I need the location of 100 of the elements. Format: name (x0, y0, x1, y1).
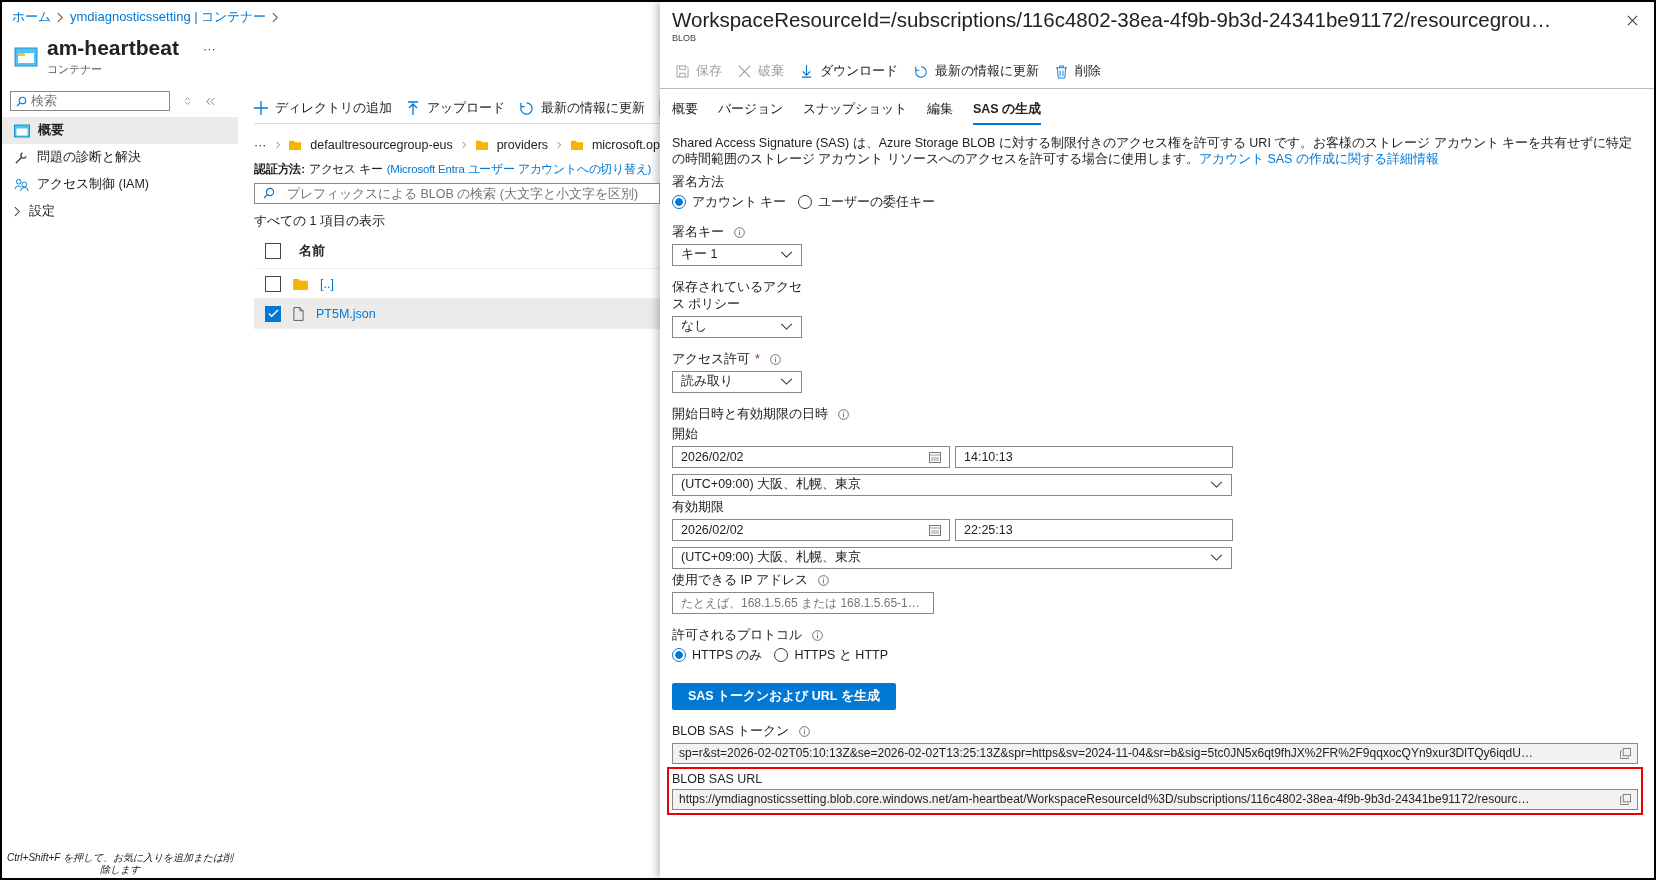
field-label: 開始 (672, 425, 698, 443)
copy-icon[interactable] (1620, 793, 1631, 805)
chevron-down-icon (780, 378, 793, 385)
chevron-right-icon (272, 11, 280, 23)
timezone-dropdown[interactable]: (UTC+09:00) 大阪、札幌、東京 (672, 473, 1232, 496)
blob-link[interactable]: PT5M.json (316, 306, 376, 321)
dropdown[interactable]: 読み取り (672, 370, 802, 393)
readonly-field[interactable]: sp=r&st=2026-02-02T05:10:13Z&se=2026-02-02T13:25:13Z&spr=https&sv=2024-11-04&sr=b&sig=5tc0JN5x6qt9fhJX%2FR%2F9qqxocQYn9xur3DlTQy6iqdU… (672, 742, 1638, 764)
row-checkbox[interactable] (265, 305, 281, 322)
calendar-icon[interactable] (929, 523, 941, 536)
search-icon (263, 187, 275, 199)
info-icon (812, 629, 823, 641)
item-count: すべての 1 項目の表示 (254, 213, 386, 230)
ip-address-field[interactable]: たとえば、168.1.5.65 または 168.1.5.65-1… (672, 591, 934, 614)
breadcrumb-link[interactable]: ホーム (12, 8, 51, 26)
plus-icon (254, 101, 268, 115)
field-label: 使用できる IP アドレス (672, 571, 808, 589)
refresh-icon (914, 64, 928, 79)
copy-icon[interactable] (1620, 747, 1631, 759)
field-label: 署名キー (672, 223, 724, 241)
upload-icon (406, 101, 420, 115)
chevron-right-icon (557, 140, 562, 150)
date-field[interactable]: 2026/02/02 (672, 518, 950, 541)
toolbar-button[interactable]: ディレクトリの追加 (254, 99, 392, 117)
radio-option[interactable]: ユーザーの委任キー (798, 193, 936, 211)
tab[interactable]: 概要 (672, 97, 698, 125)
sidebar-item[interactable]: 概要 (2, 117, 238, 144)
blob-search-field[interactable]: プレフィックスによる BLOB の検索 (大文字と小文字を区別) (254, 183, 660, 204)
radio-option[interactable]: HTTPS のみ (672, 646, 763, 664)
timezone-dropdown[interactable]: (UTC+09:00) 大阪、札幌、東京 (672, 546, 1232, 569)
tab[interactable]: SAS の生成 (973, 97, 1042, 125)
trash-icon (1055, 64, 1068, 79)
field-label: 許可されるプロトコル (672, 626, 802, 644)
toolbar-button[interactable]: 削除 (1055, 63, 1101, 80)
blob-link[interactable]: [..] (320, 276, 334, 291)
tab[interactable]: 編集 (927, 97, 953, 125)
breadcrumb-link[interactable]: ymdiagnosticssetting | コンテナー (70, 8, 267, 26)
sidebar-label: 設定 (29, 203, 55, 220)
generate-button[interactable]: SAS トークンおよび URL を生成 (672, 682, 896, 710)
dropdown[interactable]: キー 1 (672, 243, 802, 266)
collapse-icon[interactable] (205, 96, 215, 106)
toolbar-button[interactable]: アップロード (406, 99, 505, 117)
row-checkbox[interactable] (265, 275, 281, 292)
sidebar-label: 概要 (38, 122, 64, 139)
chevron-right-icon (14, 206, 21, 217)
panel-subtitle: BLOB (672, 33, 697, 43)
toolbar-button[interactable]: 最新の情報に更新 (914, 63, 1039, 80)
radio-option[interactable]: HTTPS と HTTP (774, 646, 888, 664)
chevron-right-icon (57, 11, 64, 23)
select-all-checkbox[interactable] (265, 243, 281, 259)
calendar-icon[interactable] (929, 450, 941, 463)
sidebar-label: アクセス制御 (IAM) (37, 176, 150, 193)
info-icon (799, 725, 811, 737)
chevron-down-icon (1210, 554, 1223, 561)
more-button[interactable]: ··· (254, 138, 267, 152)
readonly-field[interactable]: https://ymdiagnosticssetting.blob.core.windows.net/am-heartbeat/WorkspaceResourceId%3D/subscriptions/116c4802-38ea-4f9b-9b3d-24341be91172/resourc… (672, 788, 1638, 810)
table-row[interactable]: PT5M.json (254, 299, 660, 329)
folder-icon (475, 139, 488, 151)
field-label: アクセス許可 (672, 350, 750, 368)
field-label: BLOB SAS URL (672, 771, 763, 786)
chevron-down-icon (1210, 481, 1223, 488)
path-folder-link[interactable]: defaultresourcegroup-eus (310, 138, 453, 152)
wrench-icon (14, 150, 29, 165)
close-icon[interactable] (1627, 14, 1638, 26)
auth-label: 認証方法: (254, 162, 305, 177)
time-field[interactable]: 14:10:13 (955, 445, 1233, 468)
path-folder-link[interactable]: microsoft.op (591, 138, 660, 152)
folder-icon (293, 277, 308, 290)
sidebar-item[interactable]: 設定 (2, 198, 238, 225)
more-button[interactable]: ··· (202, 40, 216, 56)
path-folder-link[interactable]: providers (496, 138, 549, 152)
learn-more-link[interactable]: アカウント SAS の作成に関する詳細情報 (1198, 152, 1439, 167)
info-icon (769, 353, 781, 365)
resource-title: am-heartbeat (47, 36, 179, 60)
toolbar-button[interactable]: ダウンロード (800, 63, 898, 80)
required-mark: * (755, 352, 760, 366)
refresh-icon (519, 100, 534, 116)
tab[interactable]: バージョン (718, 97, 783, 125)
toolbar-button[interactable]: 最新の情報に更新 (519, 99, 645, 117)
sort-icon[interactable] (184, 96, 191, 106)
column-header[interactable]: 名前 (299, 242, 325, 260)
resource-type: コンテナー (47, 62, 103, 77)
discard-icon (738, 65, 751, 78)
info-icon (838, 408, 849, 420)
radio-option[interactable]: アカウント キー (672, 193, 787, 211)
people-icon (14, 177, 29, 192)
sidebar-item[interactable]: 問題の診断と解決 (2, 144, 238, 171)
info-icon (817, 574, 829, 586)
dropdown[interactable]: なし (672, 315, 802, 338)
folder-icon (570, 139, 583, 151)
time-field[interactable]: 22:25:13 (955, 518, 1233, 541)
field-label: 署名方法 (672, 173, 724, 191)
switch-account-link[interactable]: (Microsoft Entra ユーザー アカウントへの切り替え) (386, 162, 652, 177)
search-field[interactable]: 検索 (10, 91, 170, 111)
save-icon (676, 65, 689, 78)
shortcut-hint: Ctrl+Shift+F を押して、お気に入りを追加または削除します (6, 852, 234, 876)
tab[interactable]: スナップショット (803, 97, 907, 125)
description-text: Shared Access Signature (SAS) は、Azure Storage BLOB に対する制限付きのアクセス権を許可する URI です。お客様のストレージ アカウント キーを共有せずに特定の時間範囲のストレージ アカウント リソースへのアクセスを許可する場合に使用します。アカウント SAS の作成に関する詳細情報 (672, 135, 1634, 168)
date-field[interactable]: 2026/02/02 (672, 445, 950, 468)
sidebar-item[interactable]: アクセス制御 (IAM) (2, 171, 238, 198)
